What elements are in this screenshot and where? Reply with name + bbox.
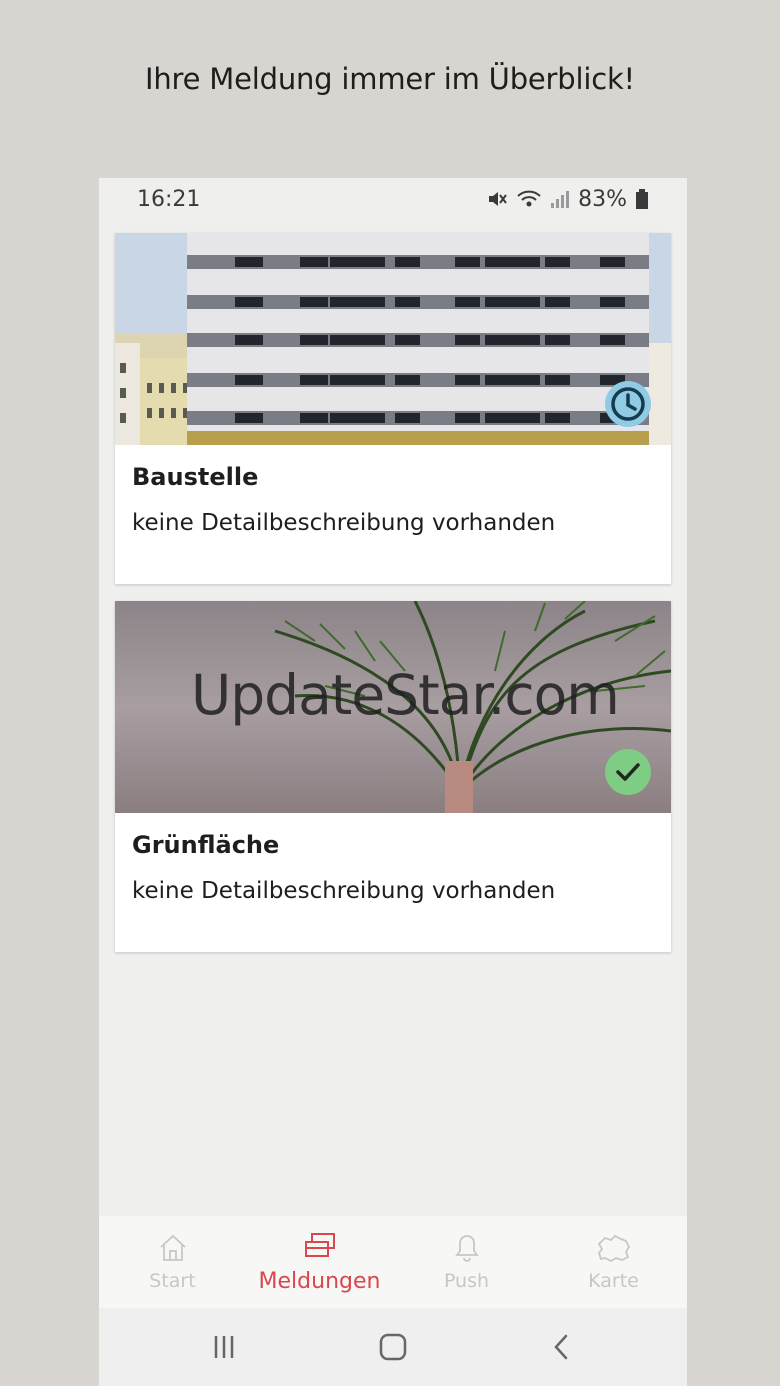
signal-icon bbox=[551, 191, 570, 208]
report-photo-plant: UpdateStar.com bbox=[115, 601, 671, 813]
report-card-gruenflaeche[interactable]: UpdateStar.com Grünfläche keine Detailbe… bbox=[115, 601, 671, 952]
bell-icon bbox=[454, 1235, 479, 1262]
nav-label: Start bbox=[149, 1270, 196, 1292]
mute-icon bbox=[489, 192, 507, 206]
map-icon bbox=[597, 1234, 630, 1263]
report-title: Grünfläche bbox=[132, 831, 280, 859]
status-icons: 83% bbox=[486, 187, 649, 212]
wifi-icon bbox=[517, 190, 541, 207]
reports-icon bbox=[304, 1232, 335, 1257]
battery-percent: 83% bbox=[578, 186, 627, 212]
nav-item-karte[interactable]: Karte bbox=[540, 1216, 687, 1308]
nav-item-push[interactable]: Push bbox=[393, 1216, 540, 1308]
report-description: keine Detailbeschreibung vorhanden bbox=[132, 510, 556, 536]
report-description: keine Detailbeschreibung vorhanden bbox=[132, 878, 556, 904]
bottom-navigation: Start Meldungen Push Karte bbox=[99, 1216, 687, 1308]
status-bar: 16:21 83% bbox=[99, 178, 687, 220]
status-done-badge bbox=[605, 749, 651, 795]
clock-icon bbox=[611, 387, 645, 421]
system-navigation-bar bbox=[99, 1308, 687, 1386]
report-photo-building bbox=[115, 233, 671, 445]
battery-icon bbox=[636, 189, 648, 209]
nav-item-meldungen[interactable]: Meldungen bbox=[246, 1216, 393, 1308]
nav-label: Karte bbox=[588, 1270, 639, 1292]
check-icon bbox=[616, 763, 640, 781]
nav-label: Push bbox=[443, 1270, 490, 1292]
phone-screen: 16:21 83% Baustelle keine Detailbeschrei… bbox=[99, 178, 687, 1386]
status-time: 16:21 bbox=[137, 186, 201, 212]
home-button-icon[interactable] bbox=[378, 1332, 408, 1362]
nav-item-start[interactable]: Start bbox=[99, 1216, 246, 1308]
home-icon bbox=[159, 1234, 186, 1261]
back-icon[interactable] bbox=[547, 1332, 577, 1362]
report-title: Baustelle bbox=[132, 463, 259, 491]
nav-label: Meldungen bbox=[258, 1268, 381, 1294]
report-card-baustelle[interactable]: Baustelle keine Detailbeschreibung vorha… bbox=[115, 233, 671, 584]
recent-apps-icon[interactable] bbox=[209, 1332, 239, 1362]
headline: Ihre Meldung immer im Überblick! bbox=[145, 62, 635, 96]
status-pending-badge bbox=[605, 381, 651, 427]
watermark-text: UpdateStar.com bbox=[191, 663, 620, 727]
